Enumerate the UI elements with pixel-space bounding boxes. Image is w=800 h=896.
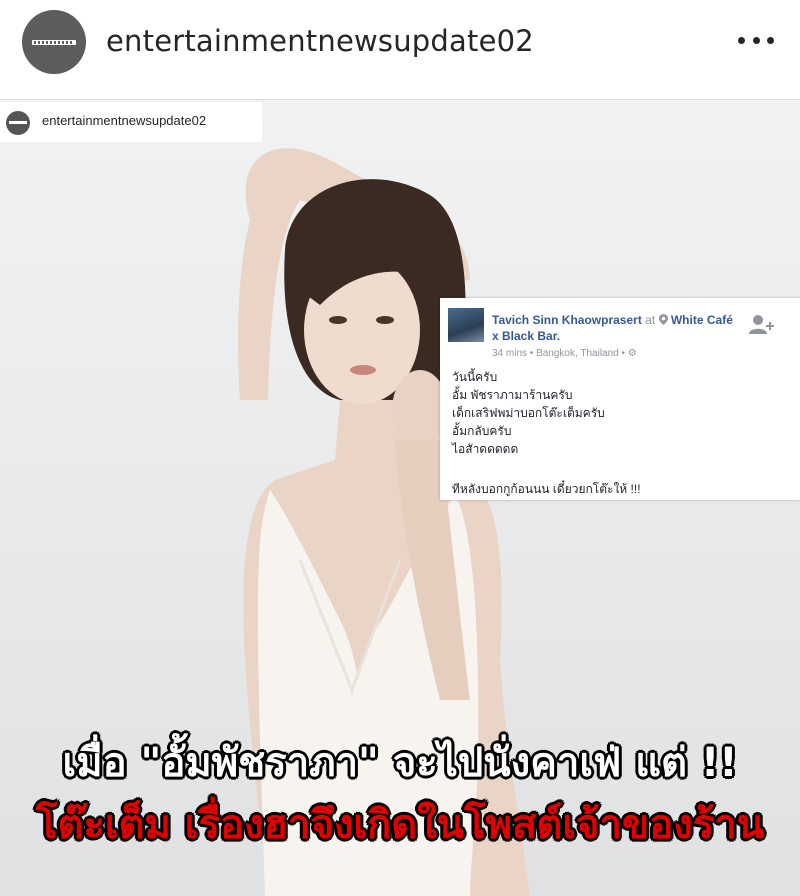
fb-line: ไอสัาดดดดด [452, 442, 519, 456]
avatar-bar-text [34, 41, 74, 44]
fb-line: อั้ม พัชราภามาร้านครับ [452, 388, 573, 402]
watermark-avatar-icon [6, 111, 30, 135]
add-friend-icon [749, 315, 774, 334]
more-options-icon[interactable] [738, 30, 774, 50]
fb-author: Tavich Sinn Khaowprasert [492, 313, 642, 327]
fb-at-text: at [645, 313, 656, 327]
fb-line: อั้มกลับครับ [452, 424, 512, 438]
caption-line-1: เมื่อ "อั้มพัชราภา" จะไปนั่งคาเฟ่ แต่ !! [62, 740, 738, 786]
account-avatar-icon[interactable] [22, 10, 86, 74]
fb-line: วันนี้ครับ [452, 370, 498, 384]
watermark-username: entertainmentnewsupdate02 [42, 113, 207, 128]
username-link[interactable]: entertainmentnewsupdate02 [106, 24, 534, 58]
post-header: entertainmentnewsupdate02 [0, 0, 800, 100]
caption-line-2: โต๊ะเต็ม เรื่องฮาจึงเกิดในโพสต์เจ้าของร้… [35, 802, 765, 848]
facebook-post-card: Tavich Sinn Khaowprasert at White Café x… [440, 298, 800, 500]
post-image[interactable]: entertainmentnewsupdate02 Tavich Sinn Kh… [0, 100, 800, 896]
fb-profile-photo [448, 308, 484, 342]
watermark-strip: entertainmentnewsupdate02 [0, 102, 262, 142]
fb-post-body: วันนี้ครับ อั้ม พัชราภามาร้านครับ เด็กเส… [452, 368, 605, 458]
fb-post-title: Tavich Sinn Khaowprasert at White Café x… [492, 313, 733, 343]
fb-line: เด็กเสริฟพม่าบอกโต๊ะเต็มครับ [452, 406, 605, 420]
fb-meta: 34 mins • Bangkok, Thailand • ⚙ [492, 348, 637, 359]
location-pin-icon [658, 314, 668, 325]
fb-last-line: ทีหลังบอกกูก้อนนน เดี๋ยวยกโต๊ะให้ !!! [452, 482, 641, 496]
